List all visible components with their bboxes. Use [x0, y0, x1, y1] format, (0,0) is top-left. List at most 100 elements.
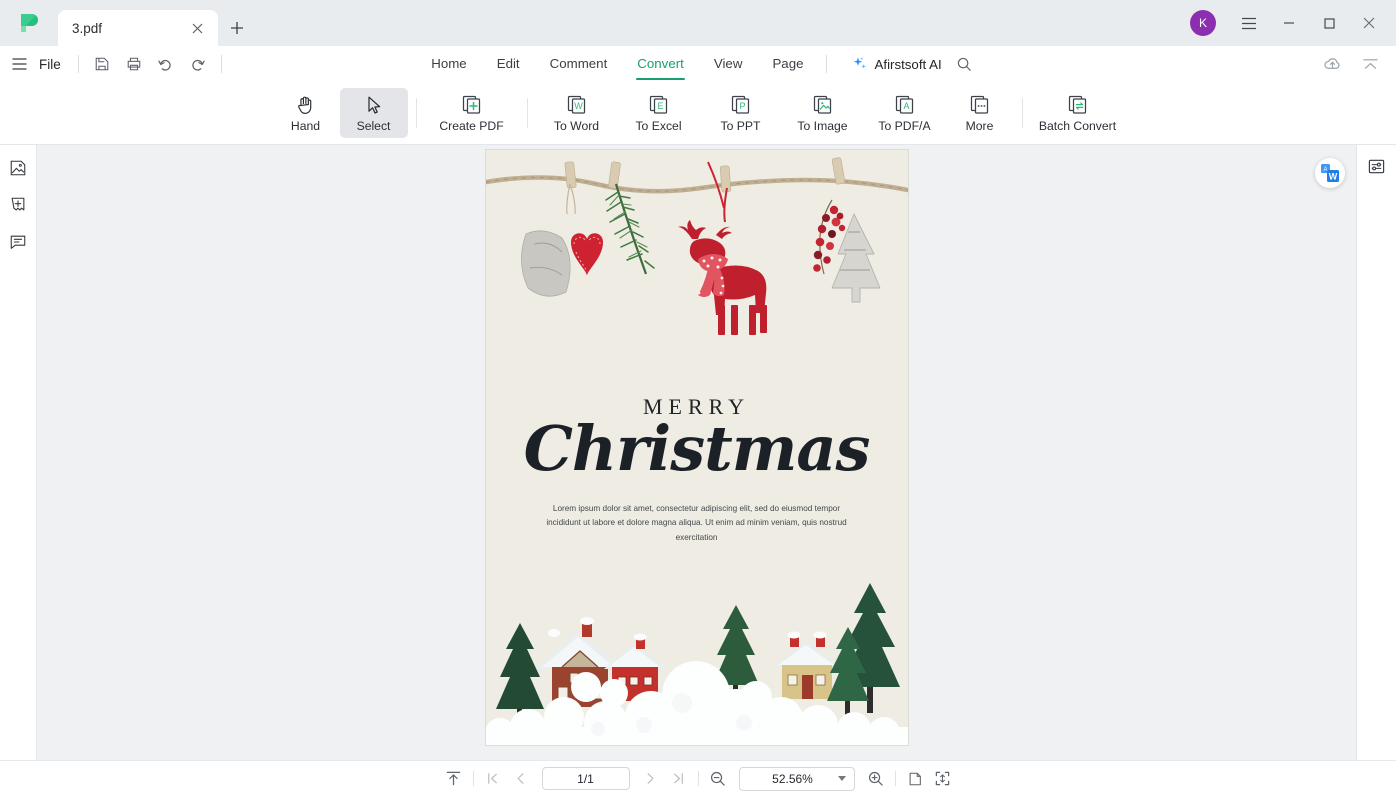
select-tool-button[interactable]: Select	[339, 88, 408, 138]
to-word-button[interactable]: W To Word	[536, 88, 618, 138]
chevron-down-icon	[837, 776, 846, 781]
menu-tab-comment[interactable]: Comment	[535, 47, 623, 81]
hand-tool-button[interactable]: Hand	[272, 88, 340, 138]
svg-text:W: W	[1329, 171, 1338, 181]
svg-text:W: W	[574, 101, 583, 111]
to-pdfa-button[interactable]: A To PDF/A	[864, 88, 946, 138]
document-viewport[interactable]: MERRY Christmas Lorem ipsum dolor sit am…	[37, 145, 1356, 760]
svg-text:A: A	[1323, 167, 1327, 173]
divider	[825, 55, 827, 73]
menu-tab-convert[interactable]: Convert	[622, 47, 699, 81]
menu-tabs: Home Edit Comment Convert View Page Afir…	[0, 47, 1396, 81]
workspace: MERRY Christmas Lorem ipsum dolor sit am…	[0, 145, 1396, 760]
to-image-button[interactable]: To Image	[782, 88, 864, 138]
to-excel-label: To Excel	[635, 118, 682, 133]
close-window-button[interactable]	[1350, 7, 1388, 39]
to-image-icon	[812, 94, 834, 116]
hand-icon	[296, 94, 315, 116]
create-pdf-label: Create PDF	[439, 118, 504, 133]
create-pdf-icon	[461, 94, 483, 116]
left-sidebar	[0, 145, 37, 760]
to-ppt-button[interactable]: P To PPT	[700, 88, 782, 138]
menu-tab-home[interactable]: Home	[416, 47, 481, 81]
document-heading-large: Christmas	[523, 412, 871, 485]
translate-to-word-button[interactable]: A W	[1315, 158, 1345, 188]
single-page-view-icon[interactable]	[901, 766, 929, 792]
divider	[697, 771, 699, 786]
status-bar: 1/1 52.56%	[0, 760, 1396, 796]
christmas-ornaments-image	[485, 150, 908, 365]
scroll-to-top-icon[interactable]	[440, 766, 468, 792]
svg-text:E: E	[657, 101, 663, 111]
afirstsoft-pdf-window: 3.pdf K File Home Edit Comment Convert V…	[0, 0, 1396, 796]
convert-ribbon: Hand Select Create PDF W To Word E To Ex…	[0, 82, 1396, 221]
to-image-label: To Image	[797, 118, 848, 133]
window-controls: K	[1190, 0, 1396, 46]
divider	[526, 98, 528, 128]
cursor-select-icon	[365, 94, 383, 116]
fit-page-icon[interactable]	[929, 766, 957, 792]
document-body-text: Lorem ipsum dolor sit amet, consectetur …	[546, 504, 847, 542]
batch-convert-icon	[1067, 94, 1089, 116]
title-bar: 3.pdf K	[0, 0, 1396, 46]
more-convert-label: More	[965, 118, 994, 133]
afirstsoft-ai-button[interactable]: Afirstsoft AI	[852, 56, 942, 72]
divider	[894, 771, 896, 786]
to-ppt-icon: P	[730, 94, 752, 116]
snowy-village-image	[485, 575, 908, 745]
select-tool-label: Select	[356, 118, 391, 133]
to-word-label: To Word	[553, 118, 600, 133]
first-page-icon[interactable]	[479, 766, 507, 792]
menu-tab-view[interactable]: View	[699, 47, 758, 81]
previous-page-icon[interactable]	[507, 766, 535, 792]
word-translate-icon: A W	[1321, 164, 1339, 182]
afirstsoft-logo-icon	[21, 14, 38, 32]
ai-label: Afirstsoft AI	[874, 56, 942, 72]
sidebar-item-bookmark[interactable]	[5, 192, 31, 218]
batch-convert-button[interactable]: Batch Convert	[1031, 88, 1125, 138]
divider	[415, 98, 417, 128]
sparkle-icon	[853, 57, 866, 69]
right-sidebar	[1356, 145, 1396, 760]
last-page-icon[interactable]	[665, 766, 693, 792]
to-pdfa-icon: A	[894, 94, 916, 116]
app-logo	[0, 0, 58, 46]
avatar[interactable]: K	[1190, 10, 1216, 36]
create-pdf-button[interactable]: Create PDF	[425, 88, 519, 138]
search-icon[interactable]	[948, 50, 980, 78]
main-menu-icon[interactable]	[1230, 7, 1268, 39]
svg-text:P: P	[739, 101, 745, 111]
document-tab[interactable]: 3.pdf	[58, 10, 218, 46]
tab-strip: 3.pdf	[58, 0, 256, 46]
new-tab-button[interactable]	[218, 10, 256, 46]
menu-tab-page[interactable]: Page	[757, 47, 818, 81]
zoom-level-select[interactable]: 52.56%	[738, 766, 855, 791]
zoom-in-icon[interactable]	[862, 766, 890, 792]
to-pdfa-label: To PDF/A	[878, 118, 931, 133]
divider	[472, 771, 474, 786]
divider	[1021, 98, 1023, 128]
hand-tool-label: Hand	[290, 118, 321, 133]
sidebar-item-properties[interactable]	[1364, 153, 1390, 179]
close-tab-icon[interactable]	[186, 17, 208, 39]
batch-convert-label: Batch Convert	[1038, 118, 1117, 133]
tab-title: 3.pdf	[72, 20, 103, 36]
more-convert-icon	[969, 94, 991, 116]
menu-bar: File Home Edit Comment Convert View Page	[0, 46, 1396, 82]
pdf-page[interactable]: MERRY Christmas Lorem ipsum dolor sit am…	[485, 150, 908, 745]
to-word-icon: W	[566, 94, 588, 116]
sidebar-item-thumbnail[interactable]	[5, 155, 31, 181]
minimize-button[interactable]	[1270, 7, 1308, 39]
next-page-icon[interactable]	[637, 766, 665, 792]
menu-tab-edit[interactable]: Edit	[482, 47, 535, 81]
svg-text:A: A	[903, 101, 909, 111]
maximize-button[interactable]	[1310, 7, 1348, 39]
zoom-out-icon[interactable]	[704, 766, 732, 792]
page-number-input[interactable]: 1/1	[541, 767, 630, 790]
more-convert-button[interactable]: More	[946, 88, 1014, 138]
zoom-level-value: 52.56%	[772, 771, 813, 786]
to-excel-icon: E	[648, 94, 670, 116]
to-excel-button[interactable]: E To Excel	[618, 88, 700, 138]
sidebar-item-comment[interactable]	[5, 229, 31, 255]
to-ppt-label: To PPT	[720, 118, 761, 133]
